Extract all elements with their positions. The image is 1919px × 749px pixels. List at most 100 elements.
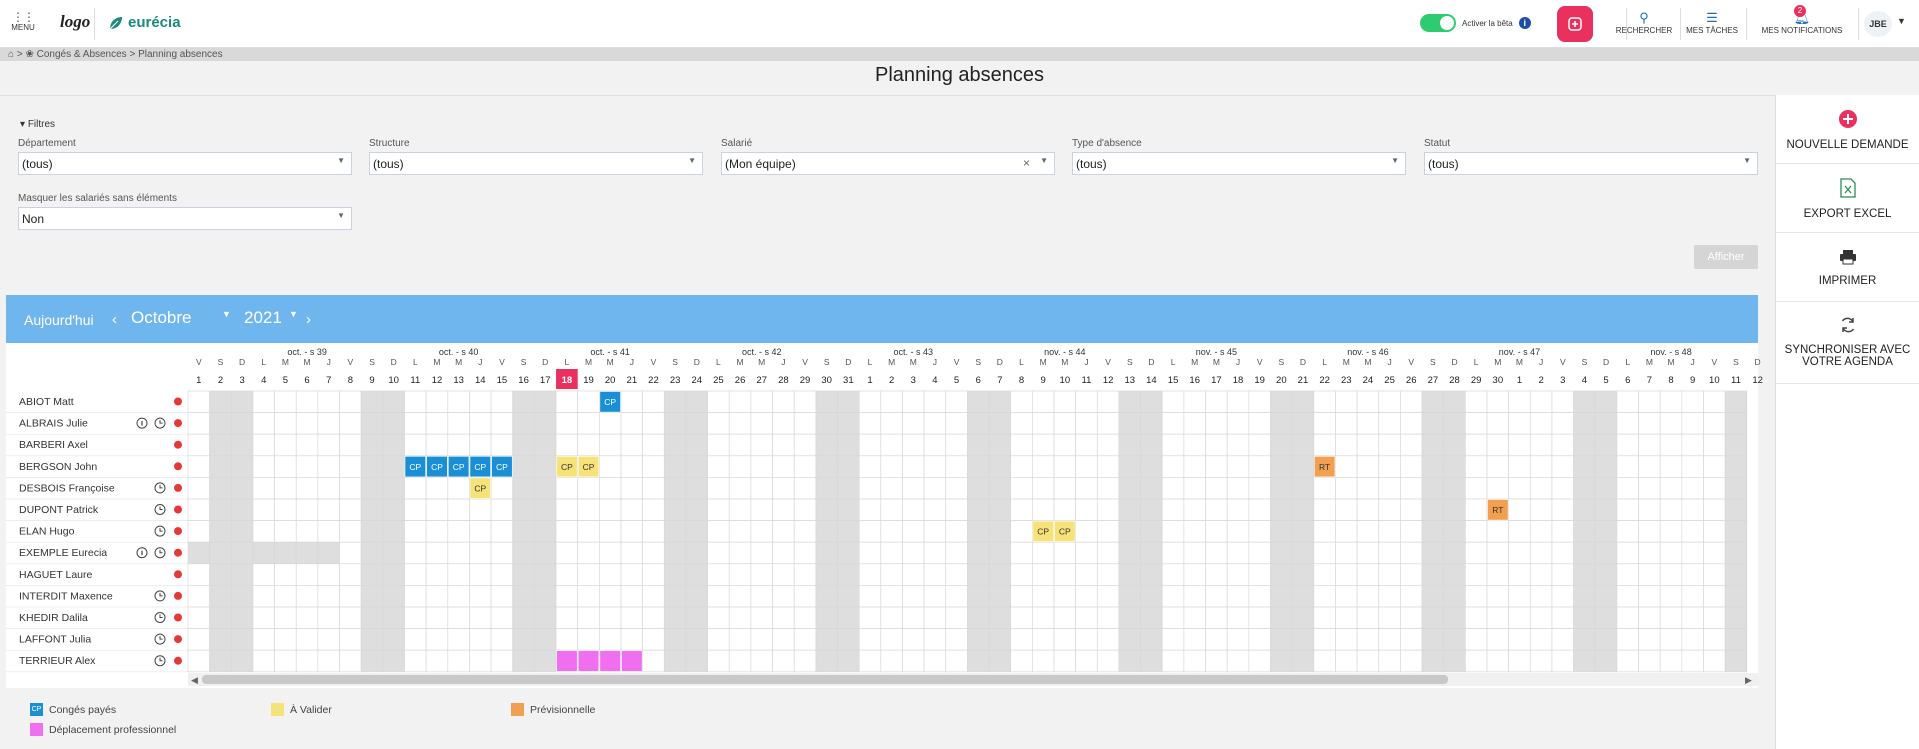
day-cell[interactable] [425, 477, 449, 500]
day-cell[interactable] [295, 412, 319, 435]
day-cell[interactable] [858, 541, 882, 565]
day-cell[interactable] [598, 563, 622, 586]
day-cell[interactable] [1031, 606, 1055, 629]
day-cell[interactable] [1400, 520, 1423, 543]
day-cell[interactable] [1356, 390, 1380, 413]
day-cell[interactable] [1053, 649, 1076, 673]
day-cell[interactable] [1270, 455, 1293, 478]
day-cell[interactable] [295, 628, 319, 651]
day-cell[interactable] [1031, 628, 1055, 651]
day-cell[interactable] [902, 433, 925, 457]
day-cell[interactable] [1508, 520, 1531, 543]
day-cell[interactable] [534, 606, 557, 629]
day-cell[interactable] [360, 628, 384, 651]
day-cell[interactable] [1573, 649, 1596, 673]
day-cell[interactable] [837, 412, 860, 435]
day-cell[interactable] [252, 412, 275, 435]
day-cell[interactable] [772, 628, 795, 651]
day-cell[interactable] [1161, 563, 1185, 586]
day-cell[interactable] [1724, 541, 1748, 565]
day-cell[interactable] [1486, 477, 1509, 500]
day-cell[interactable] [1551, 541, 1574, 565]
day-cell[interactable] [620, 455, 643, 478]
day-cell[interactable] [1140, 433, 1163, 457]
day-cell[interactable] [1529, 563, 1553, 586]
day-cell[interactable] [967, 433, 990, 457]
day-cell[interactable] [945, 563, 968, 586]
day-cell[interactable] [425, 649, 449, 673]
day-cell[interactable] [988, 606, 1012, 629]
day-cell[interactable] [1205, 563, 1228, 586]
day-cell[interactable] [1096, 541, 1120, 565]
day-cell[interactable] [707, 585, 730, 608]
day-cell[interactable] [1270, 649, 1293, 673]
day-cell[interactable] [339, 477, 362, 500]
day-cell[interactable] [642, 433, 665, 457]
day-cell[interactable] [447, 563, 470, 586]
day-cell[interactable] [1335, 433, 1358, 457]
employee-name[interactable]: INTERDIT Maxence [19, 590, 113, 602]
day-cell[interactable] [230, 412, 254, 435]
day-cell[interactable] [880, 649, 903, 673]
day-cell[interactable] [1140, 563, 1163, 586]
day-cell[interactable] [1594, 649, 1618, 673]
day-cell[interactable] [707, 563, 730, 586]
day-cell[interactable] [1703, 390, 1726, 413]
day-cell[interactable] [187, 390, 210, 413]
day-cell[interactable] [988, 390, 1012, 413]
day-cell[interactable] [880, 520, 903, 543]
day-cell[interactable] [1010, 628, 1033, 651]
day-cell[interactable] [1378, 649, 1401, 673]
day-cell[interactable] [1075, 455, 1098, 478]
day-cell[interactable] [728, 520, 752, 543]
day-cell[interactable] [382, 563, 405, 586]
day-cell[interactable] [858, 412, 882, 435]
day-cell[interactable] [1703, 520, 1726, 543]
day-cell[interactable] [1638, 585, 1661, 608]
day-cell[interactable] [1508, 412, 1531, 435]
day-cell[interactable] [490, 628, 514, 651]
day-cell[interactable] [1421, 563, 1445, 586]
day-cell[interactable] [1551, 585, 1574, 608]
day-cell[interactable] [230, 477, 254, 500]
day-cell[interactable] [1183, 477, 1206, 500]
day-cell[interactable] [1594, 477, 1618, 500]
day-cell[interactable] [1421, 606, 1445, 629]
day-cell[interactable] [1356, 455, 1380, 478]
day-cell[interactable] [837, 477, 860, 500]
day-cell[interactable] [663, 390, 687, 413]
day-cell[interactable] [1724, 455, 1748, 478]
day-cell[interactable] [858, 585, 882, 608]
day-cell[interactable] [1205, 390, 1228, 413]
day-cell[interactable] [1378, 412, 1401, 435]
day-cell[interactable] [1053, 563, 1076, 586]
day-cell[interactable] [1573, 606, 1596, 629]
day-cell[interactable] [230, 649, 254, 673]
day-cell[interactable] [837, 520, 860, 543]
day-cell[interactable] [1681, 520, 1704, 543]
day-cell[interactable] [1161, 541, 1185, 565]
day-cell[interactable] [1529, 541, 1553, 565]
scrollbar-thumb[interactable] [202, 675, 1448, 684]
day-cell[interactable] [1075, 433, 1098, 457]
day-cell[interactable] [1335, 390, 1358, 413]
scroll-left-icon[interactable]: ◀ [191, 675, 198, 685]
day-cell[interactable] [447, 606, 470, 629]
day-cell[interactable] [1010, 390, 1033, 413]
day-cell[interactable] [1638, 433, 1661, 457]
day-cell[interactable] [1681, 390, 1704, 413]
day-cell[interactable] [1096, 520, 1120, 543]
day-cell[interactable] [1270, 541, 1293, 565]
day-cell[interactable] [620, 628, 643, 651]
day-cell[interactable] [382, 477, 405, 500]
day-cell[interactable] [772, 412, 795, 435]
day-cell[interactable] [1486, 563, 1509, 586]
day-cell[interactable] [923, 433, 947, 457]
day-cell[interactable] [1400, 585, 1423, 608]
day-cell[interactable] [1464, 541, 1488, 565]
day-cell[interactable] [404, 541, 427, 565]
day-cell[interactable] [1508, 563, 1531, 586]
day-cell[interactable] [1594, 628, 1618, 651]
day-cell[interactable] [1638, 455, 1661, 478]
day-cell[interactable] [1226, 455, 1250, 478]
